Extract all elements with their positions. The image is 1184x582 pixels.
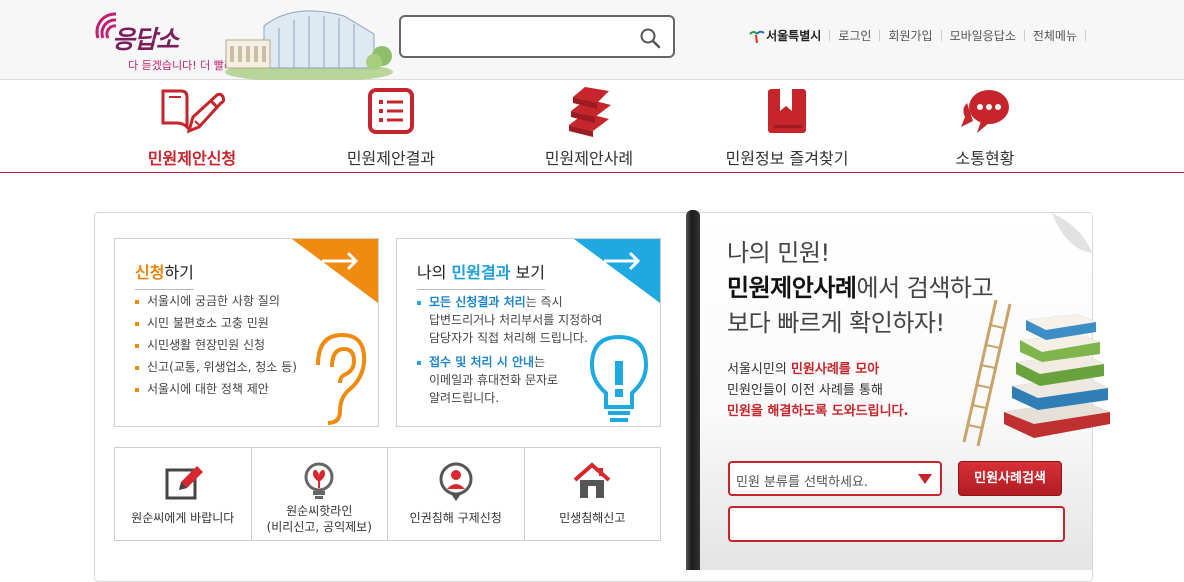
nav-communication-label: 소통현황: [955, 149, 1015, 168]
lightbulb-icon: [589, 334, 649, 422]
nav-cases[interactable]: 민원제안사례: [504, 81, 674, 171]
promo-headline: 나의 민원! 민원제안사례에서 검색하고 보다 빠르게 확인하자!: [727, 239, 994, 337]
divider: [1023, 30, 1025, 41]
apply-title-rest: 하기: [164, 263, 194, 282]
seoul-logo-icon: [749, 30, 765, 43]
divider: [1085, 30, 1086, 41]
list-item: 서울시에 대한 정책 제안: [135, 378, 297, 400]
nav-apply-label: 민원제안신청: [147, 149, 237, 168]
case-search-button[interactable]: 민원사례검색: [958, 461, 1062, 496]
divider: [940, 30, 942, 41]
nav-result-label: 민원제안결과: [346, 149, 436, 168]
list-item: 시민 불편호소 고충 민원: [135, 312, 297, 334]
quick-link-livelihood-label: 민생침해신고: [559, 511, 626, 525]
house-icon: [573, 462, 611, 498]
apply-title-highlight: 신청: [135, 263, 165, 282]
signup-link[interactable]: 회원가입: [888, 27, 932, 44]
case-search-input[interactable]: [730, 508, 1063, 540]
category-select[interactable]: 민원 분류를 선택하세요.: [728, 461, 942, 496]
result-desc-2: 접수 및 처리 시 안내는 이메일과 휴대전화 문자로 알려드립니다.: [417, 353, 558, 407]
seoul-label: 서울특별시: [766, 29, 822, 43]
quick-link-hotline-label: 원순씨핫라인 (비리신고, 공익제보): [266, 504, 372, 534]
result-card[interactable]: 나의 민원결과 보기 모든 신청결과 처리는 즉시 답변드리거나 처리부서를 지…: [396, 238, 661, 427]
nav-communication[interactable]: 소통현황: [900, 81, 1070, 171]
divider: [829, 30, 831, 41]
orange-corner: [292, 239, 378, 303]
list-item: 시민생활 현장민원 신청: [135, 334, 297, 356]
search-input[interactable]: [409, 25, 629, 49]
nav-apply[interactable]: 민원제안신청: [107, 81, 277, 171]
promo-body: 서울시민의 민원사례를 모아 민원인들이 이전 사례를 통해 민원을 해결하도록…: [727, 362, 909, 419]
quick-link-hotline[interactable]: 원순씨핫라인 (비리신고, 공익제보): [252, 448, 388, 540]
site-search: [399, 15, 675, 58]
quick-links: 원순씨에게 바랍니다 원순씨핫라인(비리신고, 공익제보) 인권침해 구제신청: [114, 447, 661, 541]
promo-text: 나의 민원! 민원제안사례에서 검색하고 보다 빠르게 확인하자! 서울시민의 …: [727, 236, 994, 422]
seoul-city-link[interactable]: 서울특별시: [748, 27, 821, 44]
header: 응답소 다 듣겠습니다! 더 빨라집니다 서울특별시 로그인 회원가입 모바일응…: [0, 0, 1184, 80]
ear-icon: [316, 332, 367, 425]
nav-favorites[interactable]: 민원정보 즐겨찾기: [702, 81, 872, 171]
main-nav: 민원제안신청 민원제안결과 민원제안사례 민원정보 즐겨찾기 소통현황: [0, 81, 1184, 173]
utility-nav: 서울특별시 로그인 회원가입 모바일응답소 전체메뉴: [748, 27, 1094, 44]
quick-link-mayor[interactable]: 원순씨에게 바랍니다: [115, 448, 252, 540]
speech-bubble-icon: [961, 90, 1009, 133]
human-rights-icon: [439, 462, 473, 501]
result-title-post: 보기: [510, 263, 545, 282]
book-spine: [686, 210, 700, 570]
quick-link-rights-label: 인권침해 구제신청: [409, 511, 502, 525]
logo-text: 응답소: [112, 25, 179, 54]
result-card-title: 나의 민원결과 보기: [417, 259, 545, 290]
hotline-bulb-icon: [304, 462, 334, 499]
nav-favorites-label: 민원정보 즐겨찾기: [725, 149, 849, 168]
search-icon[interactable]: [639, 27, 661, 49]
apply-card[interactable]: 신청하기 서울시에 궁금한 사항 질의 시민 불편호소 고충 민원 시민생활 현…: [114, 238, 379, 427]
divider: [879, 30, 881, 41]
list-item: 신고(교통, 위생업소, 청소 등): [135, 356, 297, 378]
result-desc-1: 모든 신청결과 처리는 즉시 답변드리거나 처리부서를 지정하여 담당자가 직접…: [417, 293, 602, 347]
result-title-highlight: 민원결과: [451, 263, 511, 282]
apply-list: 서울시에 궁금한 사항 질의 시민 불편호소 고충 민원 시민생활 현장민원 신…: [135, 290, 297, 400]
login-link[interactable]: 로그인: [838, 27, 871, 44]
mobile-link[interactable]: 모바일응답소: [950, 27, 1016, 44]
list-item: 서울시에 궁금한 사항 질의: [135, 290, 297, 312]
quick-link-mayor-label: 원순씨에게 바랍니다: [131, 511, 235, 525]
all-menu-link[interactable]: 전체메뉴: [1033, 27, 1077, 44]
dropdown-arrow-icon: [918, 474, 932, 484]
nav-result[interactable]: 민원제안결과: [306, 81, 476, 171]
bookmark-icon: [768, 89, 806, 133]
stacked-books-icon: [569, 87, 611, 137]
nav-cases-label: 민원제안사례: [544, 149, 634, 168]
case-search-field: [728, 506, 1065, 542]
pencil-book-icon: [161, 89, 225, 134]
quick-link-livelihood[interactable]: 민생침해신고: [525, 448, 661, 540]
apply-card-title: 신청하기: [135, 259, 194, 290]
result-title-pre: 나의: [417, 263, 452, 282]
edit-note-icon: [165, 466, 203, 500]
list-document-icon: [368, 88, 414, 134]
category-select-value: 민원 분류를 선택하세요.: [736, 475, 868, 490]
page-curl: [1052, 213, 1092, 253]
logo[interactable]: 응답소 다 듣겠습니다! 더 빨라집니다: [94, 6, 393, 80]
city-hall-illustration: [225, 10, 393, 80]
books-ladder-illustration: [962, 300, 1110, 447]
quick-link-rights[interactable]: 인권침해 구제신청: [388, 448, 525, 540]
